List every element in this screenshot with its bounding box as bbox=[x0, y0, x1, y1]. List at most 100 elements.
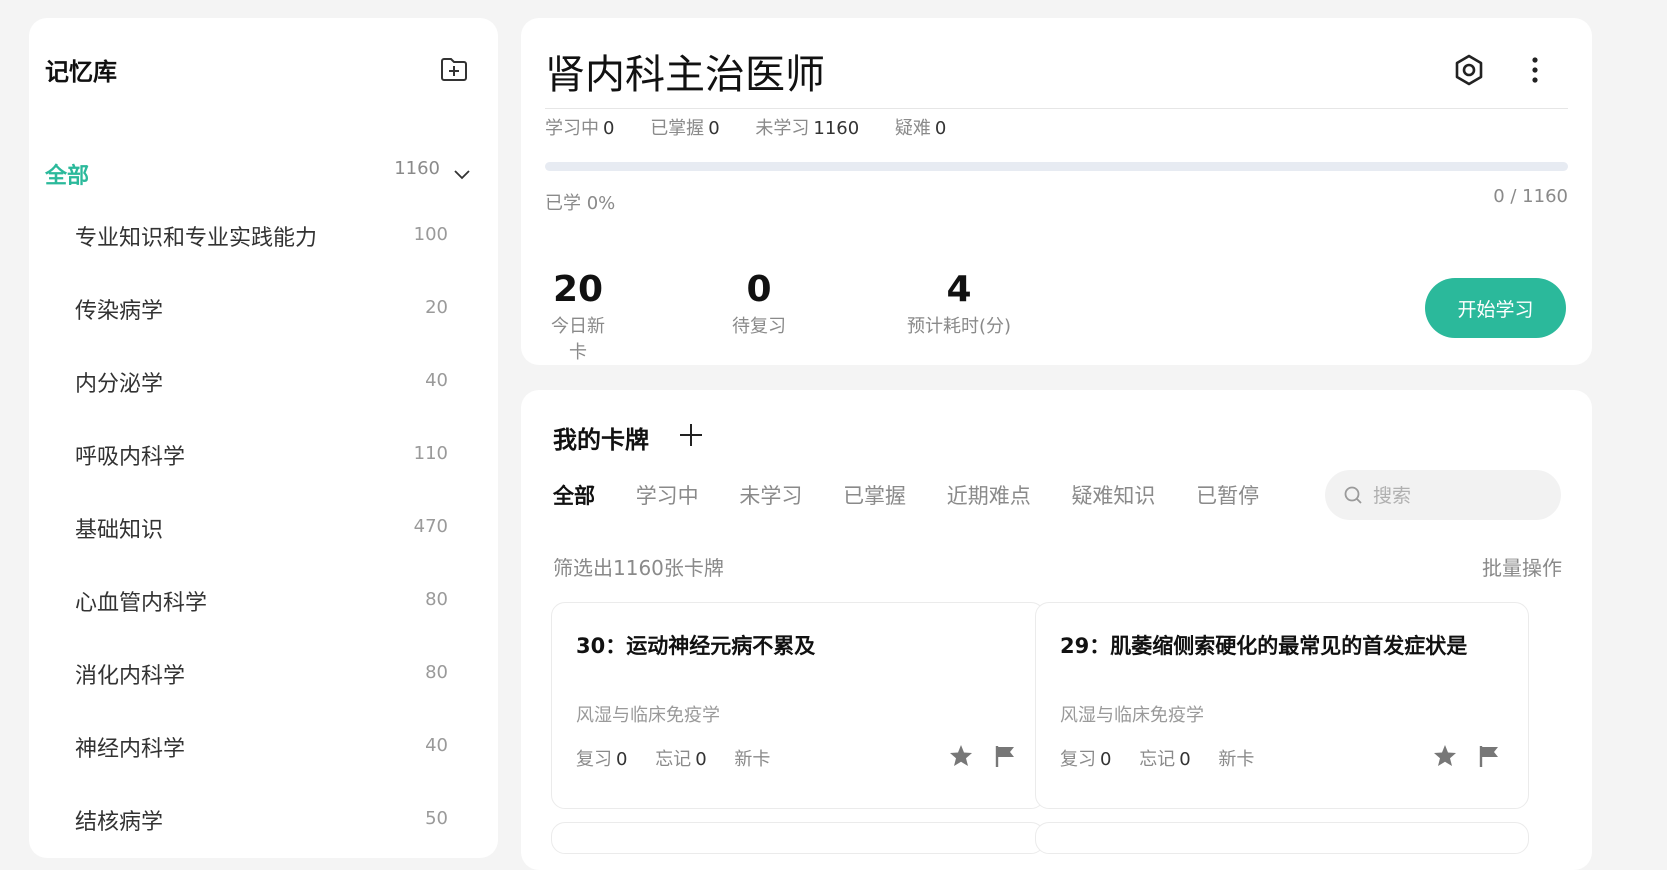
metric-label: 待复习 bbox=[732, 316, 786, 337]
learned-ratio: 0 / 1160 bbox=[1493, 186, 1568, 207]
forget-label: 忘记 bbox=[1139, 749, 1176, 770]
metric-value: 0 bbox=[746, 269, 772, 310]
sidebar-item[interactable]: 专业知识和专业实践能力 100 bbox=[75, 216, 448, 256]
sidebar-item-count: 50 bbox=[425, 808, 448, 829]
search-icon bbox=[1344, 486, 1362, 504]
card-filter-tabs: 全部 学习中 未学习 已掌握 近期难点 疑难知识 已暂停 bbox=[553, 480, 1293, 510]
search-box bbox=[1325, 470, 1561, 520]
card-item[interactable]: 30：运动神经元病不累及 风湿与临床免疫学 复习 0 忘记 0 新卡 bbox=[551, 602, 1045, 809]
my-cards-panel: 我的卡牌 全部 学习中 未学习 已掌握 近期难点 疑难知识 已暂停 筛选出116… bbox=[521, 390, 1592, 870]
card-title: 29：肌萎缩侧索硬化的最常见的首发症状是 bbox=[1060, 634, 1468, 658]
start-learning-button[interactable]: 开始学习 bbox=[1425, 278, 1566, 338]
card-status: 新卡 bbox=[734, 749, 771, 770]
sidebar-item-count: 40 bbox=[425, 735, 448, 756]
review-count: 0 bbox=[1100, 749, 1112, 770]
chevron-down-icon[interactable] bbox=[452, 164, 472, 184]
add-card-icon[interactable] bbox=[676, 420, 706, 450]
card-item[interactable] bbox=[551, 822, 1045, 854]
tab-unlearned[interactable]: 未学习 bbox=[739, 480, 802, 510]
sidebar-item-label: 消化内科学 bbox=[75, 664, 186, 689]
sidebar-item-label: 呼吸内科学 bbox=[75, 445, 186, 470]
tab-recent-difficult[interactable]: 近期难点 bbox=[947, 480, 1031, 510]
metric-estimated-time: 4 预计耗时(分) bbox=[899, 270, 1019, 338]
sidebar-item-count: 80 bbox=[425, 662, 448, 683]
sidebar-item[interactable]: 神经内科学 40 bbox=[75, 727, 448, 767]
card-meta: 复习 0 忘记 0 新卡 bbox=[1060, 745, 1254, 771]
review-label: 复习 bbox=[1060, 749, 1096, 770]
settings-icon[interactable] bbox=[1449, 50, 1489, 90]
sidebar-item-label: 结核病学 bbox=[75, 810, 164, 835]
card-title: 30：运动神经元病不累及 bbox=[576, 634, 816, 658]
sidebar-item-label: 神经内科学 bbox=[75, 737, 186, 762]
progress-bar bbox=[545, 162, 1568, 171]
sidebar-item-label: 心血管内科学 bbox=[75, 591, 208, 616]
metric-value: 20 bbox=[552, 269, 604, 310]
tab-all[interactable]: 全部 bbox=[553, 480, 595, 510]
sidebar-item[interactable]: 消化内科学 80 bbox=[75, 654, 448, 694]
tab-hard-knowledge[interactable]: 疑难知识 bbox=[1071, 480, 1155, 510]
metric-label: 今日新卡 bbox=[551, 316, 605, 363]
metric-value: 4 bbox=[946, 269, 972, 310]
sidebar-item[interactable]: 传染病学 20 bbox=[75, 289, 448, 329]
sidebar-item[interactable]: 内分泌学 40 bbox=[75, 362, 448, 402]
card-item[interactable]: 29：肌萎缩侧索硬化的最常见的首发症状是 风湿与临床免疫学 复习 0 忘记 0 新卡 bbox=[1035, 602, 1529, 809]
card-subject: 风湿与临床免疫学 bbox=[1060, 705, 1204, 726]
learned-percent: 已学 0% bbox=[545, 193, 616, 214]
more-vertical-icon[interactable] bbox=[1515, 50, 1555, 90]
sidebar-item-label: 传染病学 bbox=[75, 299, 164, 324]
sidebar-item[interactable]: 结核病学 50 bbox=[75, 800, 448, 840]
forget-count: 0 bbox=[1179, 749, 1191, 770]
forget-count: 0 bbox=[695, 749, 707, 770]
star-icon[interactable] bbox=[948, 743, 974, 769]
metric-review: 0 待复习 bbox=[731, 270, 787, 338]
stat-value: 1160 bbox=[813, 118, 860, 139]
sidebar: 记忆库 全部 1160 专业知识和专业实践能力 100 传染病学 20 内分泌学… bbox=[29, 18, 498, 858]
status-stats: 学习中 0 已掌握 0 未学习 1160 疑难 0 bbox=[545, 114, 976, 140]
cards-title: 我的卡牌 bbox=[553, 426, 649, 454]
card-status: 新卡 bbox=[1218, 749, 1255, 770]
sidebar-item-count: 20 bbox=[425, 297, 448, 318]
sidebar-item-label: 内分泌学 bbox=[75, 372, 164, 397]
stat-label: 学习中 bbox=[545, 118, 599, 139]
stat-value: 0 bbox=[934, 118, 947, 139]
sidebar-item-count: 80 bbox=[425, 589, 448, 610]
deck-header-card: 肾内科主治医师 学习中 0 已掌握 0 未学习 1160 疑难 0 已学 0% 0 / … bbox=[521, 18, 1592, 365]
card-subject: 风湿与临床免疫学 bbox=[576, 705, 720, 726]
tab-learning[interactable]: 学习中 bbox=[636, 480, 699, 510]
review-label: 复习 bbox=[576, 749, 612, 770]
metric-new-cards: 20 今日新卡 bbox=[543, 270, 613, 364]
sidebar-item-all[interactable]: 全部 bbox=[45, 158, 89, 190]
card-item[interactable] bbox=[1035, 822, 1529, 854]
sidebar-item-count: 110 bbox=[413, 443, 448, 464]
tab-mastered[interactable]: 已掌握 bbox=[843, 480, 906, 510]
sidebar-all-count: 1160 bbox=[394, 158, 440, 179]
stat-value: 0 bbox=[708, 118, 720, 139]
flag-icon[interactable] bbox=[992, 743, 1018, 769]
search-input[interactable] bbox=[1371, 480, 1545, 512]
stat-label: 已掌握 bbox=[650, 118, 705, 139]
metric-label: 预计耗时(分) bbox=[906, 316, 1012, 337]
forget-label: 忘记 bbox=[655, 749, 692, 770]
stat-value: 0 bbox=[603, 118, 615, 139]
sidebar-item[interactable]: 基础知识 470 bbox=[75, 508, 448, 548]
sidebar-item-count: 40 bbox=[425, 370, 448, 391]
sidebar-item-label: 专业知识和专业实践能力 bbox=[75, 226, 318, 251]
tab-paused[interactable]: 已暂停 bbox=[1196, 480, 1259, 510]
flag-icon[interactable] bbox=[1476, 743, 1502, 769]
sidebar-item-count: 100 bbox=[413, 224, 448, 245]
stat-label: 疑难 bbox=[894, 118, 931, 139]
filter-result-text: 筛选出1160张卡牌 bbox=[553, 556, 724, 580]
sidebar-item[interactable]: 心血管内科学 80 bbox=[75, 581, 448, 621]
add-folder-icon[interactable] bbox=[437, 52, 471, 86]
sidebar-item-label: 基础知识 bbox=[75, 518, 164, 543]
stat-label: 未学习 bbox=[755, 118, 810, 139]
batch-operation-button[interactable]: 批量操作 bbox=[1482, 552, 1562, 581]
card-meta: 复习 0 忘记 0 新卡 bbox=[576, 745, 770, 771]
sidebar-title: 记忆库 bbox=[45, 58, 117, 86]
header-divider bbox=[545, 108, 1568, 109]
page-title: 肾内科主治医师 bbox=[545, 52, 825, 98]
sidebar-item-count: 470 bbox=[413, 516, 448, 537]
review-count: 0 bbox=[616, 749, 628, 770]
sidebar-item[interactable]: 呼吸内科学 110 bbox=[75, 435, 448, 475]
star-icon[interactable] bbox=[1432, 743, 1458, 769]
